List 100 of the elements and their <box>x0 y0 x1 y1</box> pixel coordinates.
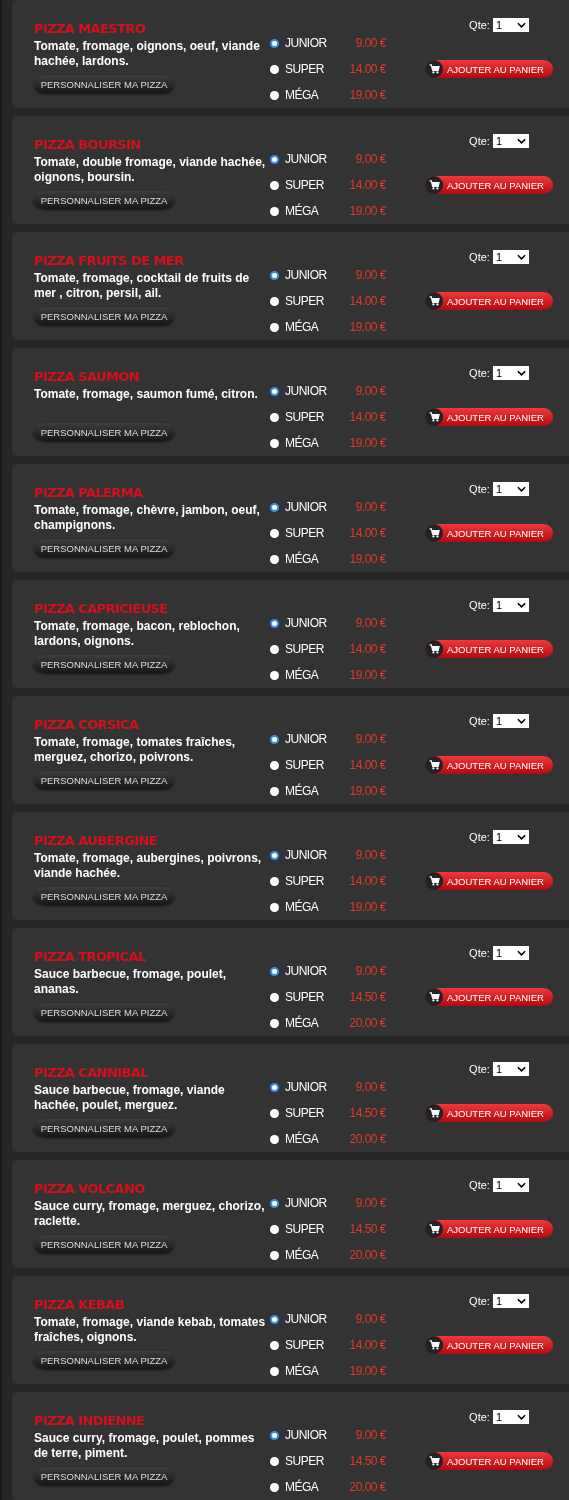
customize-button[interactable]: PERSONNALISER MA PIZZA <box>34 191 174 209</box>
size-radio[interactable] <box>270 386 279 396</box>
size-radio[interactable] <box>270 38 279 48</box>
size-radio[interactable] <box>270 644 279 654</box>
size-label: MÉGA <box>285 668 320 682</box>
quantity-select[interactable]: 1 <box>492 1062 529 1076</box>
size-radio[interactable] <box>270 618 279 628</box>
size-price: 9.00 € <box>354 964 386 978</box>
size-radio[interactable] <box>270 180 279 190</box>
size-radio[interactable] <box>270 902 279 912</box>
size-radio[interactable] <box>270 1198 279 1208</box>
add-to-cart-button[interactable]: AJOUTER AU PANIER <box>425 292 553 310</box>
size-radio[interactable] <box>270 554 279 564</box>
quantity-select[interactable]: 1 <box>492 830 529 844</box>
customize-button[interactable]: PERSONNALISER MA PIZZA <box>34 1351 174 1369</box>
customize-button[interactable]: PERSONNALISER MA PIZZA <box>34 655 174 673</box>
size-radio[interactable] <box>270 1482 279 1492</box>
cart-icon <box>428 1456 440 1466</box>
customize-button[interactable]: PERSONNALISER MA PIZZA <box>34 423 174 441</box>
size-radio[interactable] <box>270 1456 279 1466</box>
size-price: 9.00 € <box>354 848 386 862</box>
size-price: 19.00 € <box>348 552 386 566</box>
size-radio[interactable] <box>270 296 279 306</box>
quantity-label: Qte: <box>469 831 490 843</box>
size-radio[interactable] <box>270 438 279 448</box>
size-radio[interactable] <box>270 876 279 886</box>
size-price: 14.00 € <box>348 410 386 424</box>
size-price: 14.00 € <box>348 294 386 308</box>
customize-button[interactable]: PERSONNALISER MA PIZZA <box>34 1235 174 1253</box>
quantity-select[interactable]: 1 <box>492 946 529 960</box>
quantity-label: Qte: <box>469 483 490 495</box>
add-to-cart-button[interactable]: AJOUTER AU PANIER <box>425 176 553 194</box>
size-radio[interactable] <box>270 154 279 164</box>
customize-button[interactable]: PERSONNALISER MA PIZZA <box>34 887 174 905</box>
size-radio[interactable] <box>270 1108 279 1118</box>
size-radio[interactable] <box>270 206 279 216</box>
size-radio[interactable] <box>270 1224 279 1234</box>
quantity-label: Qte: <box>469 1411 490 1423</box>
pizza-title: PIZZA SAUMON <box>34 369 141 385</box>
customize-button[interactable]: PERSONNALISER MA PIZZA <box>34 307 174 325</box>
size-radio[interactable] <box>270 1082 279 1092</box>
size-radio[interactable] <box>270 1366 279 1376</box>
size-label: SUPER <box>285 874 325 888</box>
size-radio[interactable] <box>270 322 279 332</box>
quantity-select[interactable]: 1 <box>492 1294 529 1308</box>
add-to-cart-button[interactable]: AJOUTER AU PANIER <box>425 640 553 658</box>
cart-icon <box>428 296 440 306</box>
size-radio[interactable] <box>270 1430 279 1440</box>
quantity-select[interactable]: 1 <box>492 714 529 728</box>
customize-button[interactable]: PERSONNALISER MA PIZZA <box>34 1003 174 1021</box>
size-radio[interactable] <box>270 786 279 796</box>
quantity-select[interactable]: 1 <box>492 598 529 612</box>
quantity-select[interactable]: 1 <box>492 366 529 380</box>
add-to-cart-button[interactable]: AJOUTER AU PANIER <box>425 1452 553 1470</box>
size-radio[interactable] <box>270 760 279 770</box>
pizza-title: PIZZA TROPICAL <box>34 949 147 965</box>
size-radio[interactable] <box>270 1250 279 1260</box>
quantity-select[interactable]: 1 <box>492 134 529 148</box>
size-radio[interactable] <box>270 992 279 1002</box>
quantity-select[interactable]: 1 <box>492 482 529 496</box>
add-to-cart-button[interactable]: AJOUTER AU PANIER <box>425 1220 553 1238</box>
quantity-select[interactable]: 1 <box>492 18 529 32</box>
size-radio[interactable] <box>270 528 279 538</box>
add-to-cart-button[interactable]: AJOUTER AU PANIER <box>425 872 553 890</box>
add-to-cart-button[interactable]: AJOUTER AU PANIER <box>425 988 553 1006</box>
size-radio[interactable] <box>270 1134 279 1144</box>
size-price: 9.00 € <box>354 268 386 282</box>
size-radio[interactable] <box>270 1340 279 1350</box>
size-price: 19.00 € <box>348 320 386 334</box>
customize-button[interactable]: PERSONNALISER MA PIZZA <box>34 539 174 557</box>
size-radio[interactable] <box>270 670 279 680</box>
customize-button[interactable]: PERSONNALISER MA PIZZA <box>34 1119 174 1137</box>
cart-icon <box>428 760 440 770</box>
add-to-cart-button[interactable]: AJOUTER AU PANIER <box>425 1104 553 1122</box>
size-radio[interactable] <box>270 502 279 512</box>
size-radio[interactable] <box>270 850 279 860</box>
customize-button[interactable]: PERSONNALISER MA PIZZA <box>34 771 174 789</box>
add-to-cart-button[interactable]: AJOUTER AU PANIER <box>425 1336 553 1354</box>
quantity-label: Qte: <box>469 947 490 959</box>
size-price: 9.00 € <box>354 1080 386 1094</box>
size-radio[interactable] <box>270 734 279 744</box>
add-to-cart-button[interactable]: AJOUTER AU PANIER <box>425 756 553 774</box>
customize-button[interactable]: PERSONNALISER MA PIZZA <box>34 75 174 93</box>
size-radio[interactable] <box>270 270 279 280</box>
size-radio[interactable] <box>270 412 279 422</box>
size-radio[interactable] <box>270 1018 279 1028</box>
quantity-select[interactable]: 1 <box>492 1410 529 1424</box>
size-radio[interactable] <box>270 64 279 74</box>
quantity-select[interactable]: 1 <box>492 1178 529 1192</box>
add-to-cart-button[interactable]: AJOUTER AU PANIER <box>425 408 553 426</box>
size-radio[interactable] <box>270 966 279 976</box>
add-to-cart-button[interactable]: AJOUTER AU PANIER <box>425 524 553 542</box>
quantity-select[interactable]: 1 <box>492 250 529 264</box>
size-label: MÉGA <box>285 784 320 798</box>
pizza-description: Tomate, fromage, viande kebab, tomates fraîches, oignons. <box>34 1315 267 1345</box>
pizza-description: Tomate, double fromage, viande hachée, oignons, boursin. <box>34 155 267 185</box>
size-radio[interactable] <box>270 90 279 100</box>
add-to-cart-button[interactable]: AJOUTER AU PANIER <box>425 60 553 78</box>
size-radio[interactable] <box>270 1314 279 1324</box>
customize-button[interactable]: PERSONNALISER MA PIZZA <box>34 1467 174 1485</box>
